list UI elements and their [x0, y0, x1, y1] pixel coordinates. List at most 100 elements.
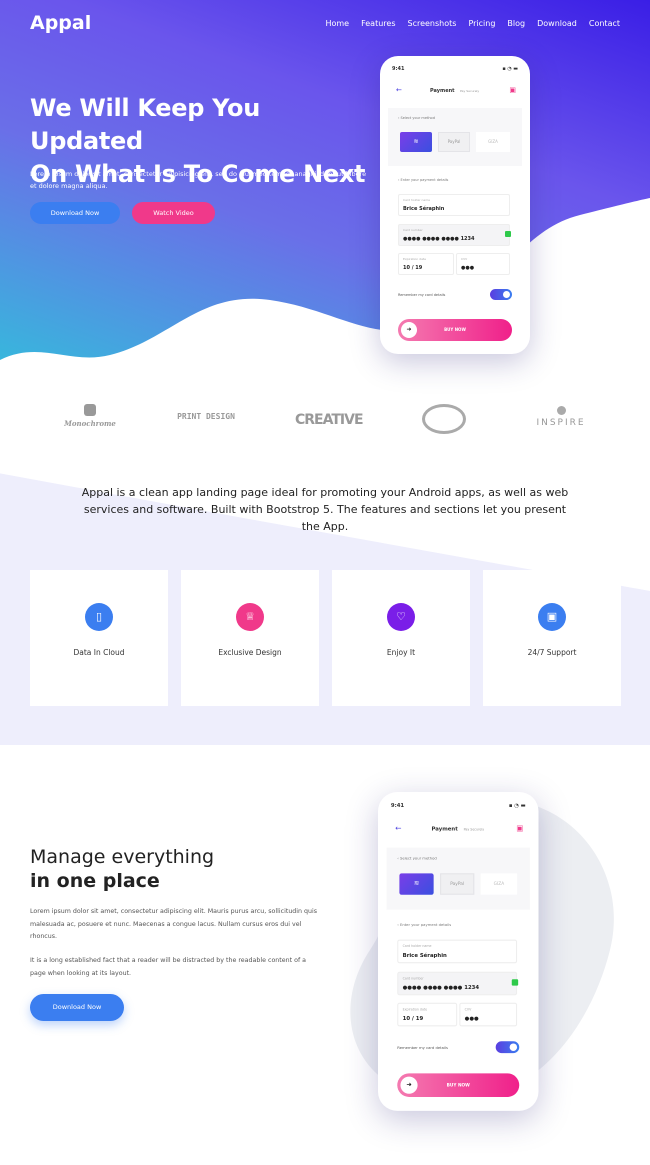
cvv-field[interactable]: CVV ●●●	[456, 253, 510, 275]
remember-label: Remember my card details	[398, 293, 446, 297]
nav-contact[interactable]: Contact	[589, 19, 620, 28]
feature-label: Data In Cloud	[73, 648, 125, 657]
feature-label: Enjoy It	[386, 648, 416, 657]
phone-time: 9:41	[392, 66, 405, 72]
logo-print-design-text: PRINT DESIGN	[177, 412, 235, 421]
phone-subtitle: Pay Securely	[463, 827, 485, 832]
cardholder-label: Card holder name	[402, 943, 432, 949]
section-paragraph-2: It is a long established fact that a rea…	[30, 957, 307, 977]
section-title-bold: in one place	[30, 870, 160, 892]
cloud-icon: ▯	[85, 603, 113, 631]
nav-home[interactable]: Home	[325, 19, 349, 28]
buy-now-button[interactable]: ➜ BUY NOW	[397, 1073, 520, 1097]
giza-option[interactable]: GIZA	[476, 132, 510, 152]
expiry-label: Expiration date	[403, 257, 426, 261]
card-number-label: Card number	[402, 976, 424, 981]
remember-label: Remember my card details	[397, 1045, 448, 1050]
card-method-option[interactable]: ≋	[399, 873, 434, 895]
status-icons: ▪ ◔ ▬	[502, 66, 518, 72]
nav-screenshots[interactable]: Screenshots	[408, 19, 457, 28]
phone-subtitle: Pay Securely	[460, 89, 480, 93]
method-section: ‹ Select your method ≋ PayPal GIZA	[388, 108, 522, 166]
feature-card-enjoy-it: ♡ Enjoy It	[332, 570, 470, 706]
buy-now-label: BUY NOW	[446, 1081, 470, 1088]
method-label: ‹ Select your method	[398, 116, 435, 120]
feature-label: Exclusive Design	[218, 648, 282, 657]
cvv-field[interactable]: CVV ●●●	[459, 1002, 518, 1027]
logo-inspire-text: INSPIRE	[536, 418, 586, 428]
phone-title: Payment	[430, 88, 455, 94]
cardholder-field[interactable]: Card holder name Brice Séraphin	[397, 939, 518, 964]
cvv-label: CVV	[461, 257, 468, 261]
brand-logo[interactable]: Appal	[30, 12, 91, 34]
logo-emblem	[422, 404, 466, 434]
expiry-value: 10 / 19	[403, 265, 423, 271]
cvv-label: CVV	[464, 1007, 472, 1012]
status-icons: ▪ ◔ ▬	[508, 802, 526, 810]
logo-print-design: PRINT DESIGN	[175, 412, 237, 421]
back-arrow-icon[interactable]: ←	[396, 86, 402, 94]
expiry-value: 10 / 19	[402, 1015, 424, 1023]
section-download-button[interactable]: Download Now	[30, 994, 124, 1021]
valid-check-icon	[505, 231, 511, 237]
card-method-option[interactable]: ≋	[400, 132, 432, 152]
nav-pricing[interactable]: Pricing	[468, 19, 495, 28]
buy-now-label: BUY NOW	[444, 327, 466, 332]
logo-creative: CREATIVE	[295, 412, 364, 428]
hero-text: Lorem ipsum dolor sit amet, consectetur …	[30, 170, 367, 190]
phone-mockup: 9:41 ▪ ◔ ▬ ← Payment Pay Securely ▣ ‹ Se…	[378, 792, 539, 1111]
hero-download-button[interactable]: Download Now	[30, 202, 120, 224]
giza-option[interactable]: GIZA	[480, 873, 518, 895]
nav-download[interactable]: Download	[537, 19, 577, 28]
back-arrow-icon[interactable]: ←	[395, 824, 401, 833]
cardholder-value: Brice Séraphin	[402, 952, 447, 959]
briefcase-icon: ▣	[538, 603, 566, 631]
card-number-field[interactable]: Card number ●●●● ●●●● ●●●● 1234	[398, 224, 510, 246]
expiry-field[interactable]: Expiration date 10 / 19	[397, 1002, 458, 1027]
cardholder-field[interactable]: Card holder name Brice Séraphin	[398, 194, 510, 216]
card-number-field[interactable]: Card number ●●●● ●●●● ●●●● 1234	[397, 971, 518, 996]
card-number-label: Card number	[403, 228, 423, 232]
logo-inspire: INSPIRE	[530, 406, 592, 428]
cvv-value: ●●●	[464, 1015, 479, 1023]
cardholder-value: Brice Séraphin	[403, 206, 445, 212]
valid-check-icon	[511, 979, 519, 986]
main-nav: Home Features Screenshots Pricing Blog D…	[325, 19, 620, 28]
intro-text: Appal is a clean app landing page ideal …	[81, 486, 569, 533]
buy-now-button[interactable]: ➜ BUY NOW	[398, 319, 512, 341]
remember-toggle[interactable]	[495, 1041, 520, 1054]
paypal-option[interactable]: PayPal	[440, 873, 475, 895]
method-label: ‹ Select your method	[397, 856, 437, 861]
details-label: ‹ Enter your payment details	[398, 178, 449, 182]
phone-time: 9:41	[390, 802, 405, 810]
section-title-light: Manage everything	[30, 846, 215, 868]
section-paragraph-1: Lorem ipsum dolor sit amet, consectetur …	[30, 908, 318, 940]
hero-wave	[0, 198, 650, 370]
nav-features[interactable]: Features	[361, 19, 395, 28]
phone-title: Payment	[431, 826, 458, 833]
hero-watch-video-button[interactable]: Watch Video	[132, 202, 215, 224]
hero-section: Appal Home Features Screenshots Pricing …	[0, 0, 650, 370]
details-label: ‹ Enter your payment details	[397, 922, 452, 927]
card-number-value: ●●●● ●●●● ●●●● 1234	[402, 984, 480, 992]
phone-mockup: 9:41 ▪ ◔ ▬ ← Payment Pay Securely ▣ ‹ Se…	[380, 56, 530, 354]
cardholder-label: Card holder name	[403, 198, 430, 202]
cvv-value: ●●●	[461, 265, 475, 271]
nav-blog[interactable]: Blog	[507, 19, 525, 28]
trophy-icon: ♕	[236, 603, 264, 631]
logo-monochrome: Monochrome	[60, 404, 120, 428]
logo-creative-text: CREATIVE	[295, 412, 364, 428]
bag-icon: ▣	[516, 824, 524, 833]
arrow-right-icon: ➜	[400, 1076, 418, 1094]
arrow-right-icon: ➜	[401, 322, 417, 338]
feature-card-exclusive-design: ♕ Exclusive Design	[181, 570, 319, 706]
expiry-field[interactable]: Expiration date 10 / 19	[398, 253, 454, 275]
feature-label: 24/7 Support	[527, 648, 577, 657]
bag-icon: ▣	[509, 86, 516, 94]
feature-card-support: ▣ 24/7 Support	[483, 570, 621, 706]
remember-toggle[interactable]	[490, 289, 512, 300]
card-number-value: ●●●● ●●●● ●●●● 1234	[403, 236, 475, 242]
feature-card-data-cloud: ▯ Data In Cloud	[30, 570, 168, 706]
hero-title-line1: We Will Keep You Updated	[30, 94, 260, 155]
paypal-option[interactable]: PayPal	[438, 132, 470, 152]
